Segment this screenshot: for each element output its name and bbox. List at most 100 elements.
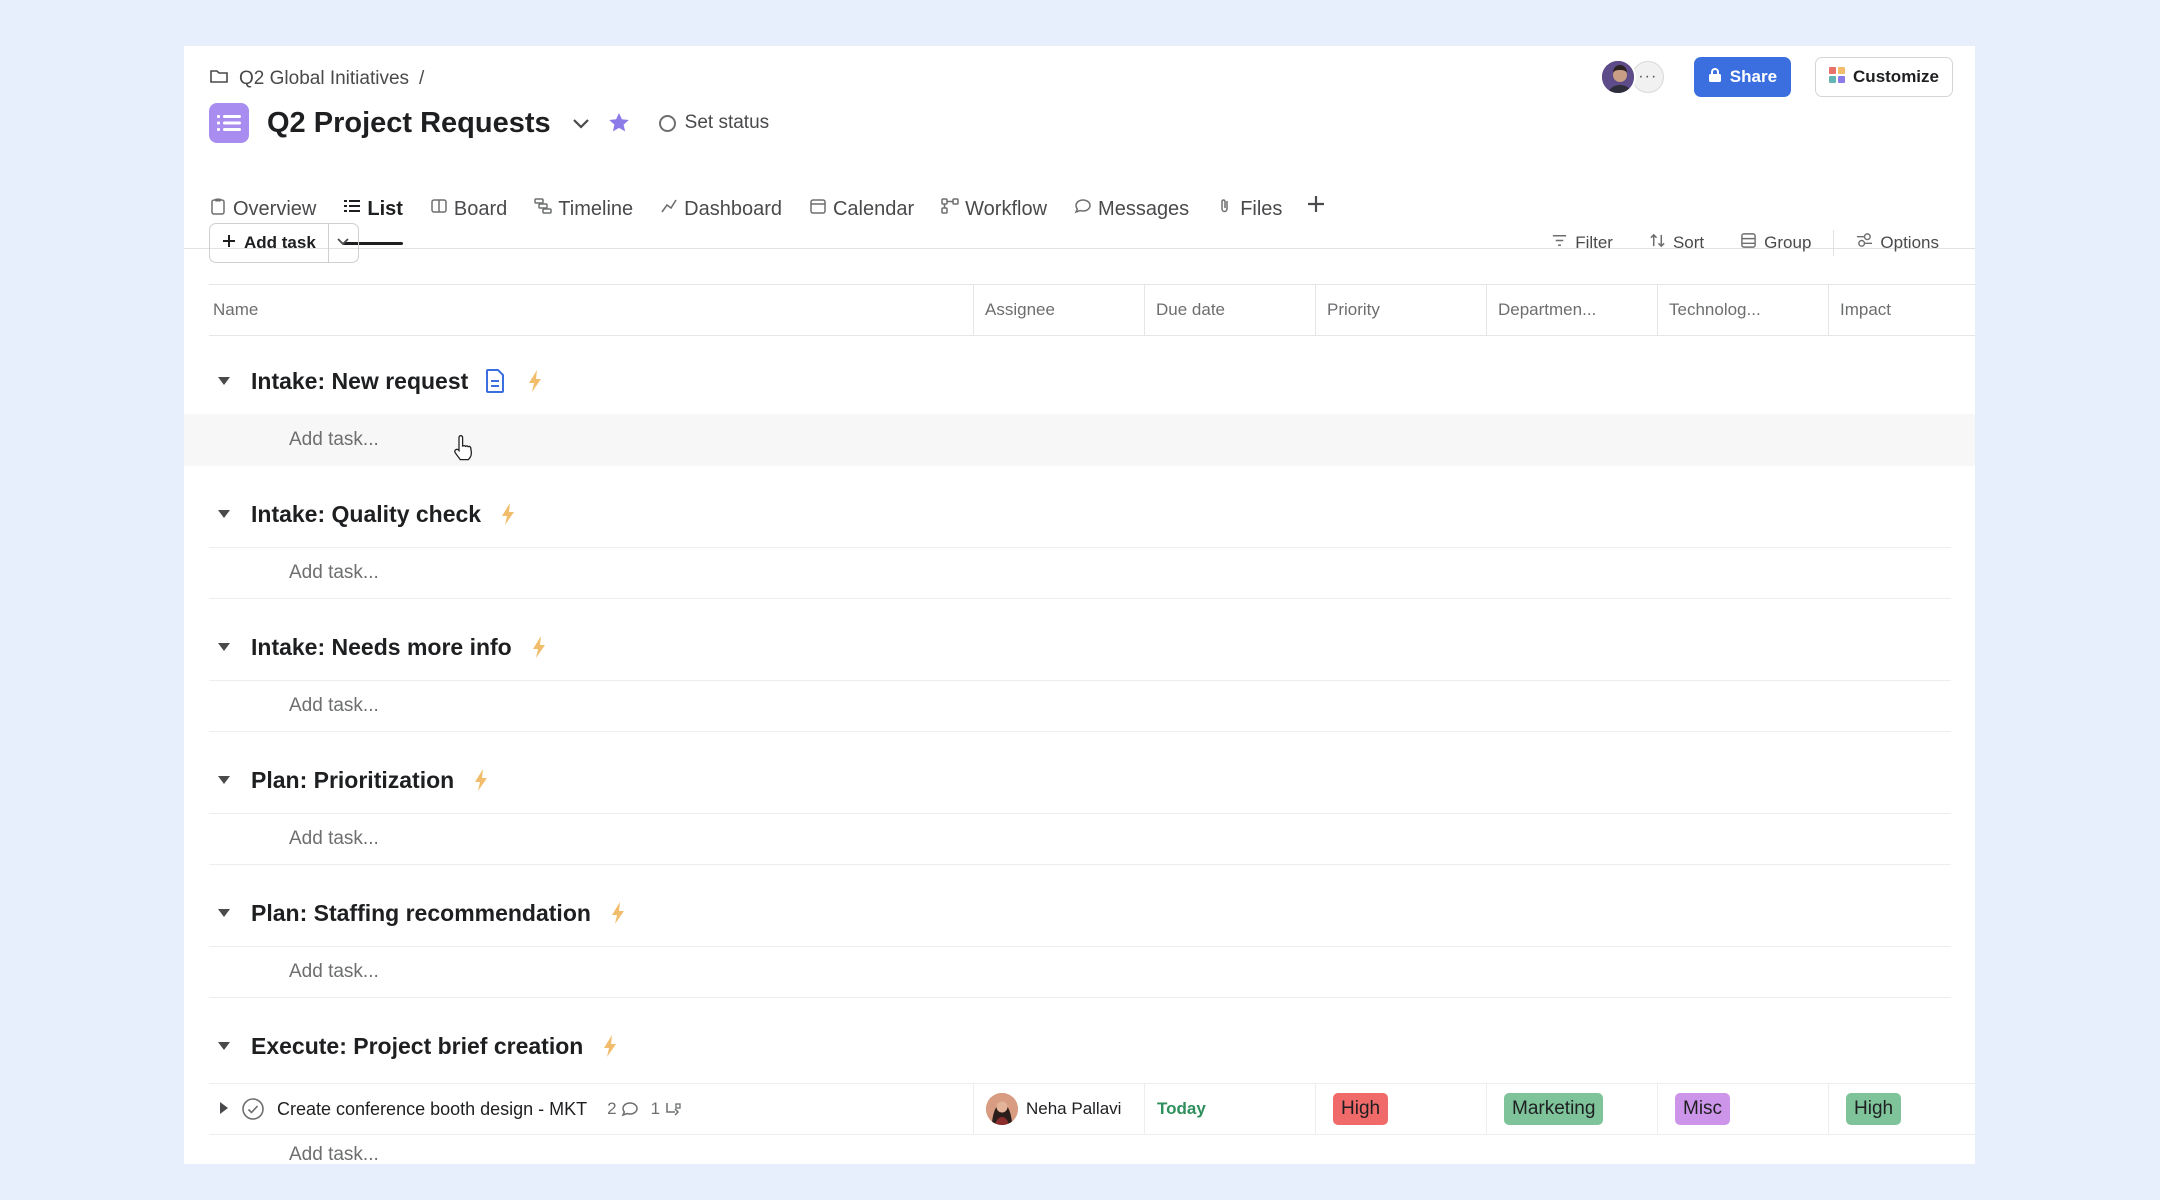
section-execute-project-brief-creation: Execute: Project brief creation	[209, 1013, 1951, 1083]
due-date-cell[interactable]: Today	[1144, 1084, 1315, 1134]
group-button[interactable]: Group	[1740, 232, 1811, 254]
paperclip-icon	[1216, 197, 1234, 221]
caret-down-icon[interactable]	[209, 775, 239, 785]
lightning-bolt-icon[interactable]	[605, 900, 631, 926]
timeline-icon	[534, 197, 553, 221]
due-date: Today	[1157, 1099, 1206, 1118]
sort-button[interactable]: Sort	[1649, 232, 1704, 254]
tab-label: Files	[1240, 197, 1283, 220]
subtask-icon	[664, 1100, 682, 1118]
caret-down-icon[interactable]	[209, 376, 239, 386]
priority-cell[interactable]: High	[1315, 1084, 1486, 1134]
add-task-row[interactable]: Add task...	[209, 547, 1951, 599]
view-tabs: Overview List Board Timeline Dashboard C…	[209, 194, 1327, 250]
subtask-count: 1	[650, 1099, 661, 1118]
filter-button[interactable]: Filter	[1551, 232, 1613, 254]
section-title[interactable]: Intake: Quality check	[251, 501, 481, 528]
section-plan-staffing-recommendation: Plan: Staffing recommendation Add task..…	[209, 880, 1951, 1013]
tab-label: Dashboard	[684, 197, 782, 220]
caret-down-icon[interactable]	[209, 908, 239, 918]
tab-messages[interactable]: Messages	[1074, 194, 1189, 224]
add-task-row[interactable]: Add task...	[209, 680, 1951, 732]
star-icon[interactable]	[605, 109, 633, 137]
add-task-row[interactable]: Add task...	[209, 813, 1951, 865]
avatar[interactable]	[1599, 59, 1636, 95]
comment-count: 2	[607, 1099, 617, 1118]
tab-calendar[interactable]: Calendar	[809, 194, 914, 224]
lightning-bolt-icon[interactable]	[526, 634, 552, 660]
column-header-priority[interactable]: Priority	[1315, 285, 1486, 335]
section-header: Plan: Prioritization	[209, 747, 494, 813]
title-row: Q2 Project Requests Set status	[209, 101, 769, 145]
column-header-technology[interactable]: Technolog...	[1657, 285, 1828, 335]
lightning-bolt-icon[interactable]	[495, 501, 521, 527]
tab-files[interactable]: Files	[1216, 194, 1282, 224]
section-title[interactable]: Execute: Project brief creation	[251, 1033, 583, 1060]
section-title[interactable]: Intake: New request	[251, 368, 468, 395]
tab-list[interactable]: List	[343, 194, 403, 245]
add-task-dropdown[interactable]	[327, 224, 358, 262]
complete-checkbox[interactable]	[241, 1097, 265, 1121]
options-button[interactable]: Options	[1856, 232, 1939, 254]
filter-label: Filter	[1575, 233, 1613, 252]
caret-down-icon[interactable]	[209, 509, 239, 519]
set-status-button[interactable]: Set status	[658, 112, 769, 134]
section-title[interactable]: Plan: Prioritization	[251, 767, 454, 794]
caret-right-icon[interactable]	[219, 1099, 229, 1120]
lightning-bolt-icon[interactable]	[468, 767, 494, 793]
check-circle-icon	[242, 1098, 264, 1120]
impact-cell[interactable]: High	[1828, 1084, 1975, 1134]
breadcrumb-parent[interactable]: Q2 Global Initiatives	[239, 68, 409, 90]
hand-cursor-icon	[452, 435, 478, 465]
tab-board[interactable]: Board	[430, 194, 507, 224]
assignee-cell[interactable]: Neha Pallavi	[973, 1084, 1144, 1134]
tab-label: Messages	[1098, 197, 1190, 220]
task-name[interactable]: Create conference booth design - MKT	[277, 1099, 587, 1120]
caret-down-icon[interactable]	[209, 1041, 239, 1051]
impact-badge: High	[1846, 1093, 1902, 1125]
technology-cell[interactable]: Misc	[1657, 1084, 1828, 1134]
tab-timeline[interactable]: Timeline	[534, 194, 633, 224]
section-title[interactable]: Intake: Needs more info	[251, 634, 512, 661]
add-tab-button[interactable]	[1305, 190, 1327, 222]
group-icon	[1740, 232, 1757, 254]
tab-overview[interactable]: Overview	[209, 194, 316, 224]
technology-badge: Misc	[1675, 1093, 1731, 1125]
message-icon	[1074, 197, 1092, 221]
share-button[interactable]: Share	[1693, 57, 1792, 97]
lightning-bolt-icon[interactable]	[597, 1033, 623, 1059]
clipboard-icon	[209, 197, 227, 221]
column-header-department[interactable]: Departmen...	[1486, 285, 1657, 335]
project-list-icon[interactable]	[209, 103, 249, 143]
department-cell[interactable]: Marketing	[1486, 1084, 1657, 1134]
page-title: Q2 Project Requests	[267, 106, 551, 139]
add-task-row[interactable]: Add task...	[289, 1144, 379, 1164]
add-task-label: Add task	[244, 233, 316, 252]
chevron-down-icon[interactable]	[569, 111, 593, 135]
section-intake-needs-more-info: Intake: Needs more info Add task...	[209, 614, 1951, 747]
customize-label: Customize	[1853, 67, 1939, 86]
form-icon[interactable]	[482, 368, 508, 394]
column-header-name[interactable]: Name	[209, 285, 973, 335]
column-header-due-date[interactable]: Due date	[1144, 285, 1315, 335]
section-title[interactable]: Plan: Staffing recommendation	[251, 900, 591, 927]
calendar-icon	[809, 197, 827, 221]
breadcrumb: Q2 Global Initiatives /	[209, 64, 424, 94]
filter-icon	[1551, 232, 1568, 254]
workflow-icon	[941, 197, 959, 221]
column-header-impact[interactable]: Impact	[1828, 285, 1975, 335]
table-row[interactable]: Create conference booth design - MKT 2 1…	[209, 1083, 1975, 1135]
add-task-row[interactable]: Add task...	[209, 946, 1951, 998]
section-header: Intake: Needs more info	[209, 614, 552, 680]
caret-down-icon[interactable]	[209, 642, 239, 652]
customize-button[interactable]: Customize	[1815, 57, 1953, 97]
tab-workflow[interactable]: Workflow	[941, 194, 1047, 224]
more-members-button[interactable]: ···	[1631, 61, 1664, 93]
lightning-bolt-icon[interactable]	[522, 368, 548, 394]
avatar	[986, 1093, 1018, 1125]
add-task-button[interactable]: Add task	[210, 224, 328, 262]
tab-dashboard[interactable]: Dashboard	[660, 194, 782, 224]
view-tools: Filter Sort Group Options	[1551, 223, 1939, 263]
plus-icon	[1308, 196, 1325, 212]
column-header-assignee[interactable]: Assignee	[973, 285, 1144, 335]
